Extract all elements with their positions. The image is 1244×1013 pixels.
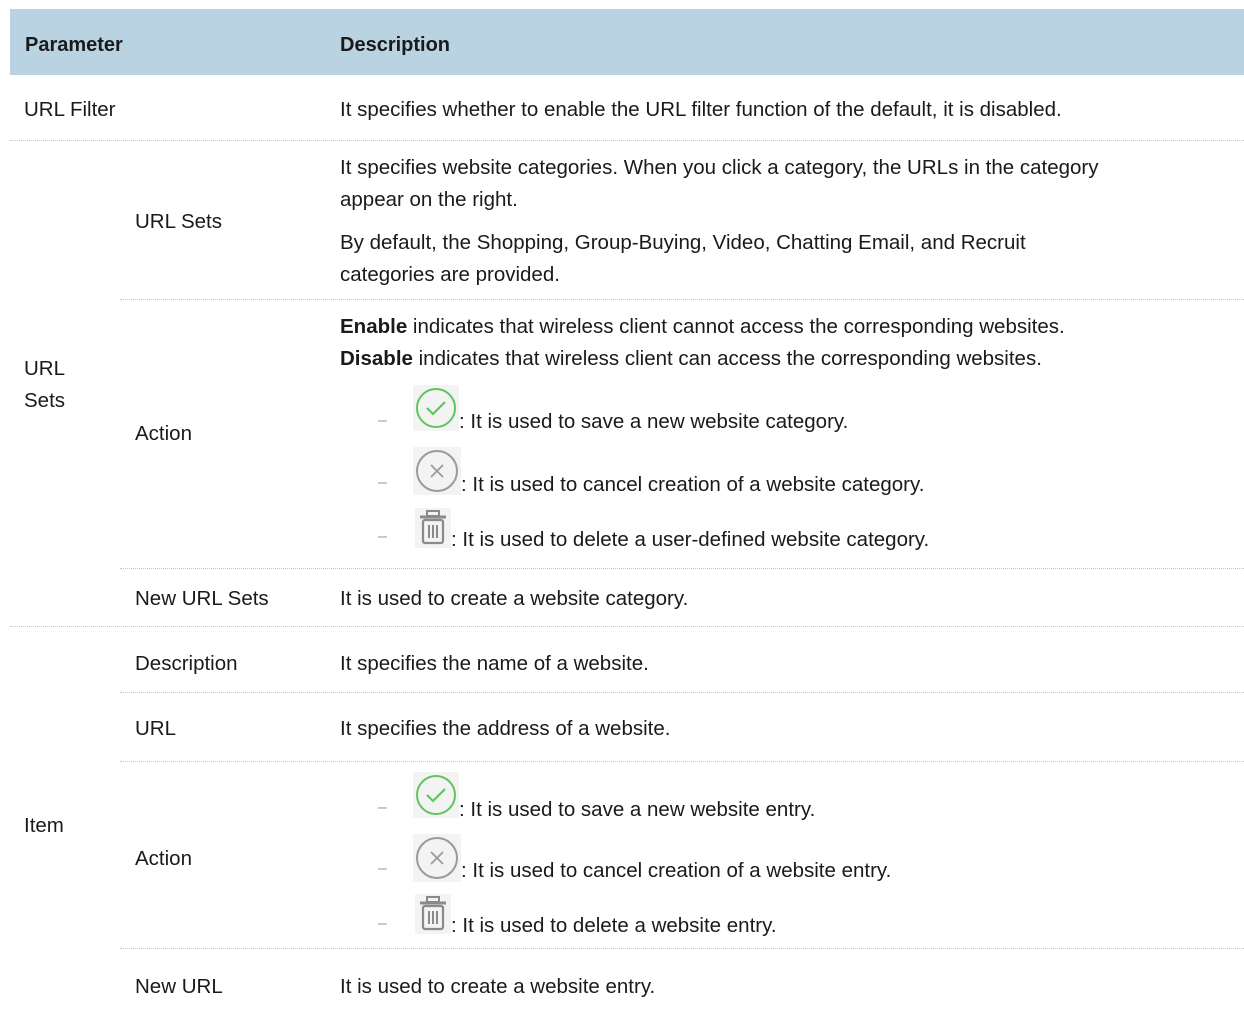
bullet-dash: – xyxy=(378,799,387,816)
desc-url-filter: It specifies whether to enable the URL f… xyxy=(340,98,1062,121)
desc-action-enable: Enable indicates that wireless client ca… xyxy=(340,311,1065,343)
desc-new-url-sets: It is used to create a website category. xyxy=(340,587,689,610)
desc-url-sets-2: appear on the right. xyxy=(340,188,518,211)
param-action-item: Action xyxy=(135,847,192,870)
disable-keyword: Disable xyxy=(340,347,413,370)
trash-icon xyxy=(415,508,451,548)
header-parameter: Parameter xyxy=(25,34,123,56)
bullet-text-save-category: : It is used to save a new website categ… xyxy=(459,410,849,433)
check-circle-icon xyxy=(413,385,459,431)
bullet-text-delete-entry: : It is used to delete a website entry. xyxy=(451,914,777,937)
table-header: Parameter Description xyxy=(10,9,1244,75)
param-url-sets: URL Sets xyxy=(135,210,222,233)
group-label-item: Item xyxy=(24,814,64,837)
param-new-url-sets: New URL Sets xyxy=(135,587,269,610)
param-description: Description xyxy=(135,652,238,675)
bullet-dash: – xyxy=(378,412,387,429)
desc-description: It specifies the name of a website. xyxy=(340,652,649,675)
bullet-dash: – xyxy=(378,474,387,491)
row-divider xyxy=(120,568,1244,569)
row-divider xyxy=(10,626,1244,627)
desc-action-disable: Disable indicates that wireless client c… xyxy=(340,343,1042,375)
bullet-dash: – xyxy=(378,915,387,932)
bullet-dash: – xyxy=(378,528,387,545)
x-circle-icon xyxy=(413,834,461,882)
bullet-dash: – xyxy=(378,860,387,877)
enable-text: indicates that wireless client cannot ac… xyxy=(407,315,1065,338)
param-new-url: New URL xyxy=(135,975,223,998)
group-label-url-sets-2: Sets xyxy=(24,389,66,412)
row-divider xyxy=(120,692,1244,693)
group-label-url-sets-1: URL xyxy=(24,357,66,380)
x-circle-icon xyxy=(413,447,461,495)
desc-url: It specifies the address of a website. xyxy=(340,717,671,740)
bullet-text-cancel-entry: : It is used to cancel creation of a web… xyxy=(461,859,892,882)
row-divider xyxy=(120,761,1244,762)
header-description: Description xyxy=(340,34,451,56)
row-divider xyxy=(120,299,1244,300)
desc-new-url: It is used to create a website entry. xyxy=(340,975,656,998)
enable-keyword: Enable xyxy=(340,315,408,338)
check-circle-icon xyxy=(413,772,459,818)
bullet-text-cancel-category: : It is used to cancel creation of a web… xyxy=(461,473,925,496)
row-divider xyxy=(120,948,1244,949)
desc-url-sets-3: By default, the Shopping, Group-Buying, … xyxy=(340,231,1026,254)
bullet-text-delete-category: : It is used to delete a user-defined we… xyxy=(451,528,930,551)
param-url-filter: URL Filter xyxy=(24,98,116,121)
bullet-text-save-entry: : It is used to save a new website entry… xyxy=(459,798,816,821)
param-url: URL xyxy=(135,717,177,740)
row-divider xyxy=(10,140,1244,141)
trash-icon xyxy=(415,894,451,934)
disable-text: indicates that wireless client can acces… xyxy=(412,347,1042,370)
param-action-sets: Action xyxy=(135,422,192,445)
desc-url-sets-4: categories are provided. xyxy=(340,263,560,286)
desc-url-sets-1: It specifies website categories. When yo… xyxy=(340,156,1099,179)
